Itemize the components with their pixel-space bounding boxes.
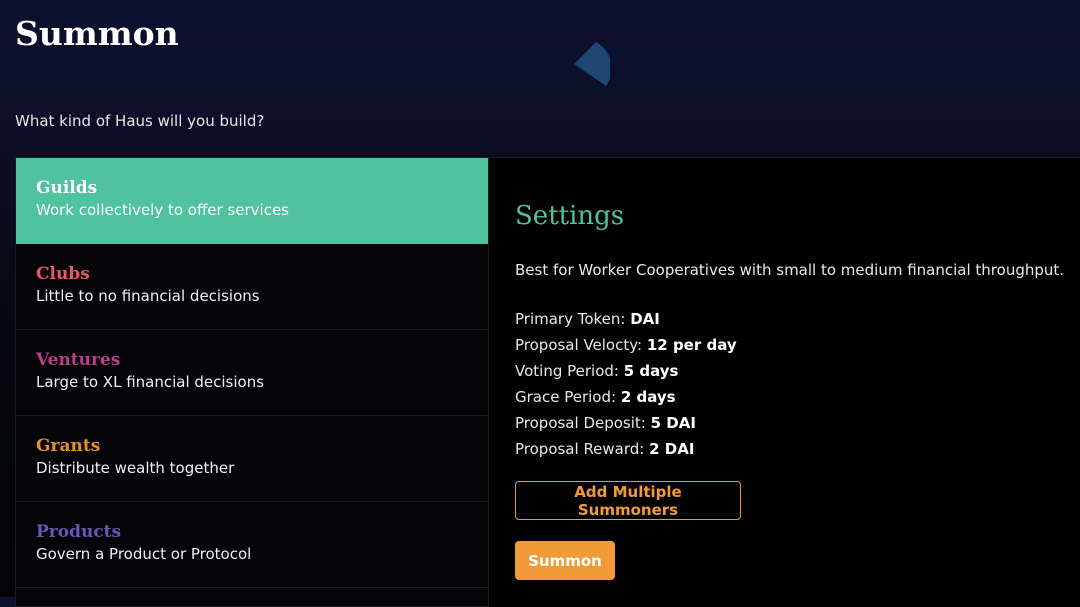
setting-primary-token: Primary Token: DAI xyxy=(515,306,737,332)
decorative-shape-blue xyxy=(574,42,610,86)
setting-grace-period: Grace Period: 2 days xyxy=(515,384,737,410)
dao-type-name: Ventures xyxy=(36,350,121,370)
settings-title: Settings xyxy=(515,201,625,231)
setting-proposal-reward: Proposal Reward: 2 DAI xyxy=(515,436,737,462)
dao-type-guilds[interactable]: Guilds Work collectively to offer servic… xyxy=(16,158,488,244)
setting-value: 2 DAI xyxy=(649,440,695,458)
setting-label: Voting Period: xyxy=(515,362,624,380)
setting-proposal-velocity: Proposal Velocty: 12 per day xyxy=(515,332,737,358)
dao-type-description: Govern a Product or Protocol xyxy=(36,545,252,563)
dao-type-products[interactable]: Products Govern a Product or Protocol xyxy=(16,502,488,588)
setting-proposal-deposit: Proposal Deposit: 5 DAI xyxy=(515,410,737,436)
dao-type-list: Guilds Work collectively to offer servic… xyxy=(15,157,489,607)
setting-value: 12 per day xyxy=(646,336,737,354)
dao-type-description: Work collectively to offer services xyxy=(36,201,290,219)
setting-label: Proposal Reward: xyxy=(515,440,650,458)
dao-type-name: Products xyxy=(36,522,122,542)
dao-type-name: Clubs xyxy=(36,264,90,284)
settings-description: Best for Worker Cooperatives with small … xyxy=(515,261,1065,279)
page-subtitle: What kind of Haus will you build? xyxy=(15,112,265,130)
dao-type-name: Guilds xyxy=(36,178,98,198)
setting-label: Grace Period: xyxy=(515,388,621,406)
dao-type-description: Little to no financial decisions xyxy=(36,287,260,305)
setting-value: 5 DAI xyxy=(650,414,696,432)
dao-type-ventures[interactable]: Ventures Large to XL financial decisions xyxy=(16,330,488,416)
setting-value: 5 days xyxy=(623,362,679,380)
settings-panel: Settings Best for Worker Cooperatives wi… xyxy=(489,157,1080,607)
setting-value: DAI xyxy=(630,310,660,328)
page-title: Summon xyxy=(15,14,179,53)
setting-voting-period: Voting Period: 5 days xyxy=(515,358,737,384)
dao-type-description: Large to XL financial decisions xyxy=(36,373,265,391)
dao-type-clubs[interactable]: Clubs Little to no financial decisions xyxy=(16,244,488,330)
add-multiple-summoners-button[interactable]: Add Multiple Summoners xyxy=(515,481,741,520)
dao-type-grants[interactable]: Grants Distribute wealth together xyxy=(16,416,488,502)
settings-list: Primary Token: DAI Proposal Velocty: 12 … xyxy=(515,306,737,462)
setting-label: Proposal Velocty: xyxy=(515,336,647,354)
setting-label: Primary Token: xyxy=(515,310,631,328)
dao-type-description: Distribute wealth together xyxy=(36,459,235,477)
setting-value: 2 days xyxy=(620,388,676,406)
summon-button[interactable]: Summon xyxy=(515,541,615,580)
dao-type-name: Grants xyxy=(36,436,101,456)
setting-label: Proposal Deposit: xyxy=(515,414,651,432)
